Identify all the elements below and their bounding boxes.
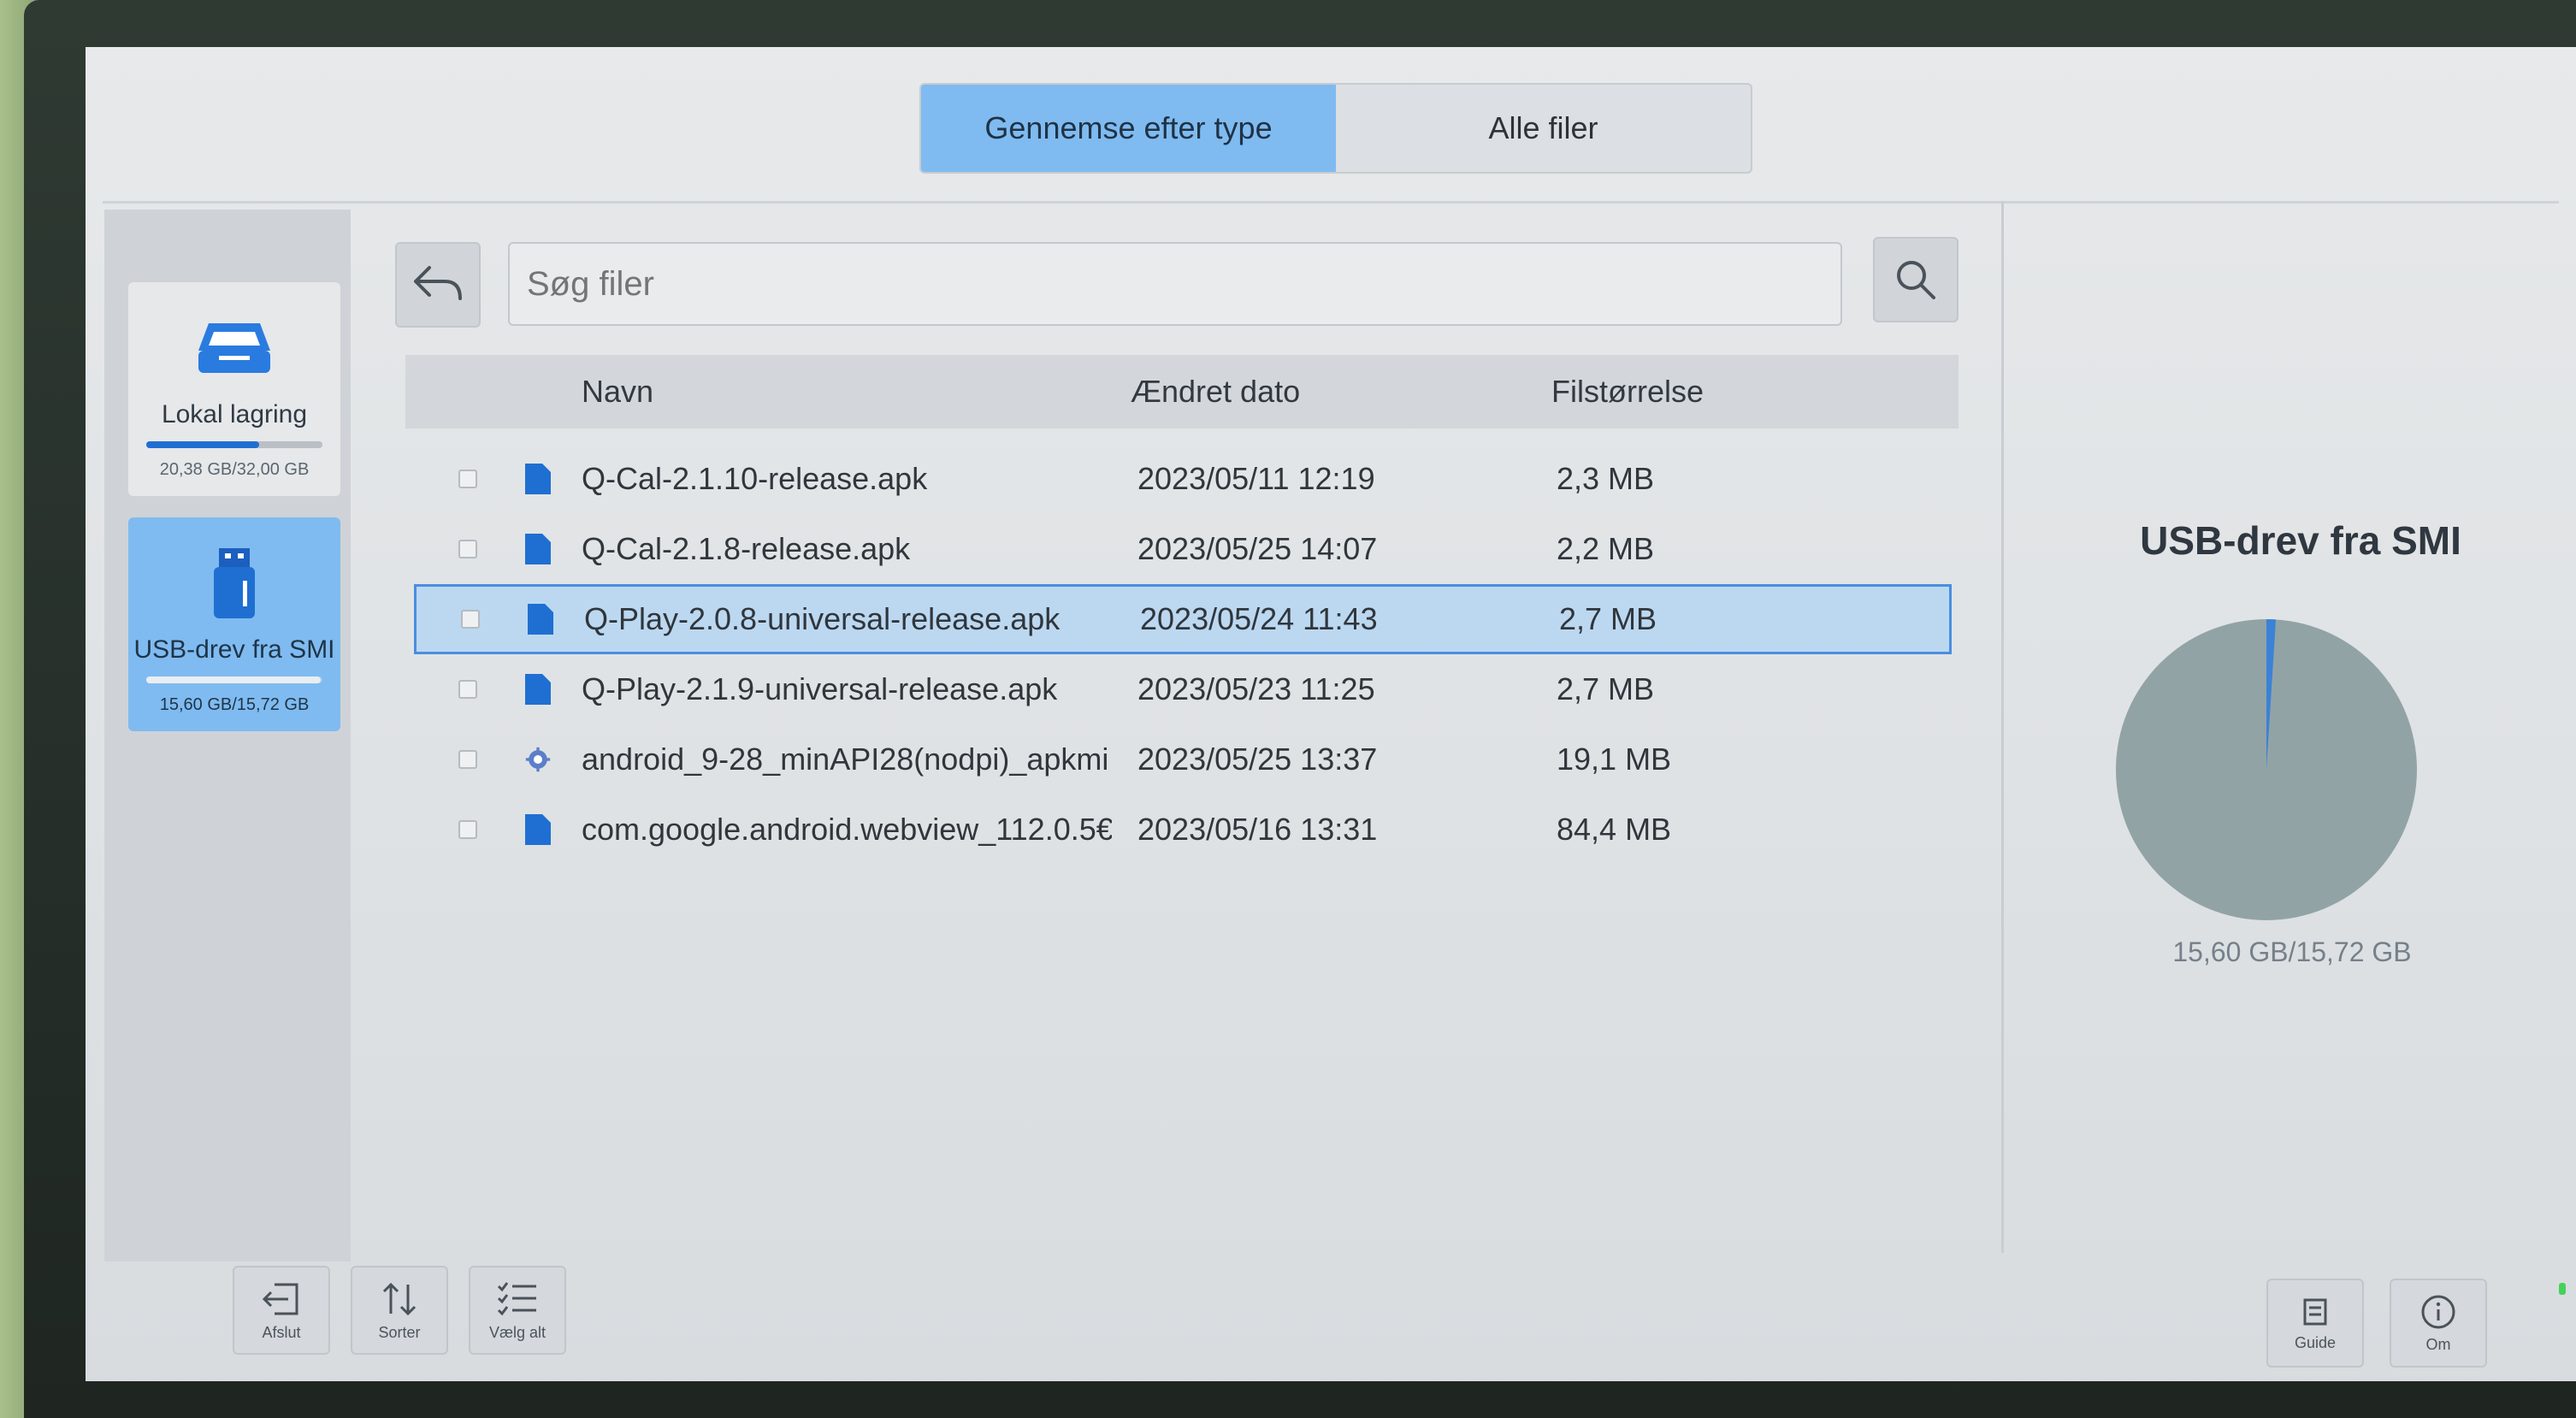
exit-button[interactable]: Afslut — [233, 1266, 330, 1355]
row-checkbox[interactable] — [458, 750, 477, 769]
select-all-icon — [497, 1281, 536, 1315]
guide-button[interactable]: Guide — [2266, 1279, 2364, 1368]
sort-button[interactable]: Sorter — [351, 1266, 448, 1355]
file-date: 2023/05/23 11:25 — [1137, 671, 1375, 706]
tab-all-files[interactable]: Alle filer — [1336, 85, 1751, 172]
hard-drive-icon — [198, 323, 270, 373]
panel-divider — [2001, 201, 2004, 1253]
select-all-label: Vælg alt — [488, 1323, 547, 1341]
table-row[interactable]: Q-Cal-2.1.8-release.apk 2023/05/25 14:07… — [414, 514, 1952, 584]
file-date: 2023/05/11 12:19 — [1137, 461, 1375, 496]
drive-usage-bar — [146, 441, 322, 448]
search-input[interactable] — [508, 242, 1842, 326]
select-all-button[interactable]: Vælg alt — [469, 1266, 566, 1355]
sidebar-item-local-storage[interactable]: Lokal lagring 20,38 GB/32,00 GB — [128, 282, 340, 496]
file-icon — [525, 534, 551, 564]
drive-usage-text: 15,60 GB/15,72 GB — [159, 695, 310, 714]
file-icon — [525, 814, 551, 845]
file-table: Navn Ændret dato Filstørrelse Q-Cal-2.1.… — [405, 355, 1979, 1210]
table-row[interactable]: Q-Play-2.1.9-universal-release.apk 2023/… — [414, 654, 1952, 724]
file-name: Q-Cal-2.1.10-release.apk — [582, 461, 928, 496]
info-button[interactable]: Om — [2390, 1279, 2487, 1368]
row-checkbox[interactable] — [461, 610, 480, 629]
android-app-icon — [525, 747, 551, 772]
storage-panel-usage: 15,60 GB/15,72 GB — [2172, 936, 2412, 967]
storage-sidebar: Lokal lagring 20,38 GB/32,00 GB USB-drev… — [104, 210, 351, 1261]
file-icon — [525, 464, 551, 494]
guide-label: Guide — [2294, 1333, 2337, 1351]
guide-icon — [2303, 1298, 2327, 1325]
row-checkbox[interactable] — [458, 820, 477, 839]
column-header-name[interactable]: Navn — [582, 374, 653, 410]
drive-name: USB-drev fra SMI — [133, 635, 335, 664]
file-size: 19,1 MB — [1557, 741, 1672, 777]
file-name: Q-Cal-2.1.8-release.apk — [582, 531, 911, 566]
back-button[interactable] — [395, 242, 481, 328]
drive-name: Lokal lagring — [161, 400, 308, 428]
tab-browse-by-type[interactable]: Gennemse efter type — [921, 85, 1336, 172]
drive-usage-text: 20,38 GB/32,00 GB — [159, 460, 310, 479]
header-divider — [103, 201, 2559, 204]
exit-label: Afslut — [262, 1323, 301, 1341]
file-size: 2,7 MB — [1557, 671, 1655, 706]
view-tabs: Gennemse efter type Alle filer — [919, 83, 1752, 174]
row-checkbox[interactable] — [458, 540, 477, 558]
file-size: 2,7 MB — [1559, 601, 1657, 636]
sidebar-item-usb-drive[interactable]: USB-drev fra SMI 15,60 GB/15,72 GB — [128, 517, 340, 731]
back-arrow-icon — [414, 266, 462, 300]
exit-icon — [262, 1283, 298, 1315]
storage-panel-title: USB-drev fra SMI — [2140, 518, 2461, 563]
file-name: android_9-28_minAPI28(nodpi)_apkmi — [582, 741, 1109, 777]
sort-icon — [382, 1282, 417, 1315]
file-name: Q-Play-2.0.8-universal-release.apk — [584, 601, 1061, 636]
file-size: 84,4 MB — [1557, 812, 1672, 847]
file-name: Q-Play-2.1.9-universal-release.apk — [582, 671, 1058, 706]
column-header-size[interactable]: Filstørrelse — [1551, 374, 1704, 410]
file-date: 2023/05/25 14:07 — [1137, 531, 1378, 566]
table-row[interactable]: com.google.android.webview_112.0.5€ 2023… — [414, 795, 1952, 865]
row-checkbox[interactable] — [458, 680, 477, 699]
sort-label: Sorter — [378, 1323, 421, 1341]
search-button[interactable] — [1873, 237, 1959, 322]
table-header: Navn Ændret dato Filstørrelse — [405, 355, 1959, 428]
table-row[interactable]: android_9-28_minAPI28(nodpi)_apkmi 2023/… — [414, 724, 1952, 795]
drive-usage-bar — [146, 677, 322, 683]
file-size: 2,2 MB — [1557, 531, 1655, 566]
file-date: 2023/05/16 13:31 — [1137, 812, 1378, 847]
storage-pie-chart — [2116, 619, 2417, 920]
file-name: com.google.android.webview_112.0.5€ — [582, 812, 1112, 847]
file-size: 2,3 MB — [1557, 461, 1655, 496]
column-header-date[interactable]: Ændret dato — [1131, 374, 1300, 410]
info-icon — [2421, 1295, 2455, 1328]
file-icon — [528, 604, 553, 635]
table-row-selected[interactable]: Q-Play-2.0.8-universal-release.apk 2023/… — [414, 584, 1952, 654]
file-manager-screen: Gennemse efter type Alle filer Lokal lag… — [86, 47, 2576, 1381]
info-label: Om — [2425, 1335, 2451, 1353]
usb-drive-icon — [214, 548, 255, 618]
search-icon — [1897, 261, 1935, 299]
row-checkbox[interactable] — [458, 470, 477, 488]
file-date: 2023/05/24 11:43 — [1140, 601, 1378, 636]
file-date: 2023/05/25 13:37 — [1137, 741, 1378, 777]
file-icon — [525, 674, 551, 705]
table-row[interactable]: Q-Cal-2.1.10-release.apk 2023/05/11 12:1… — [414, 444, 1952, 514]
power-led — [2559, 1283, 2566, 1295]
